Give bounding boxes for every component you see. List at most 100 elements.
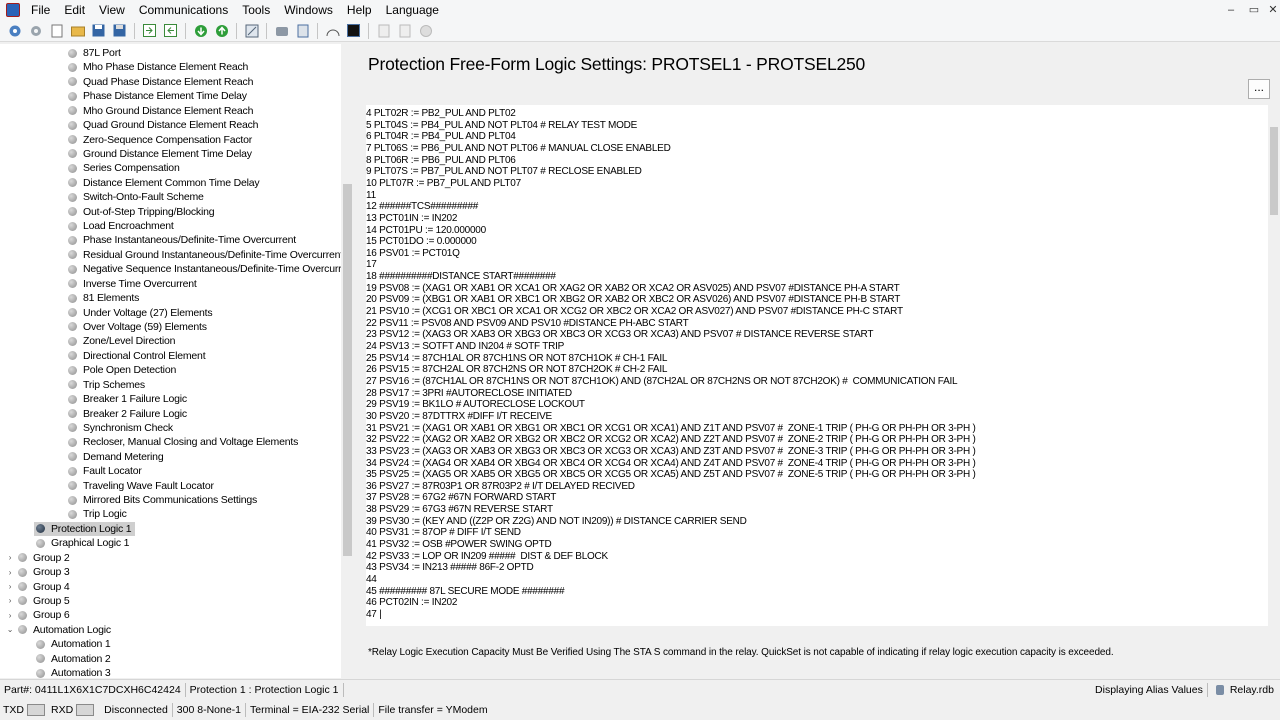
- tree-item[interactable]: Inverse Time Overcurrent: [68, 277, 197, 291]
- tree-item[interactable]: Switch-Onto-Fault Scheme: [68, 190, 204, 204]
- code-line[interactable]: 20 PSV09 := (XBG1 OR XAB1 OR XBC1 OR XBG…: [366, 294, 900, 306]
- code-line[interactable]: 44: [366, 574, 377, 586]
- code-line[interactable]: 10 PLT07R := PB7_PUL AND PLT07: [366, 178, 521, 190]
- tree-item[interactable]: Ground Distance Element Time Delay: [68, 147, 252, 161]
- tree-item[interactable]: Zero-Sequence Compensation Factor: [68, 133, 252, 147]
- editor-scrollbar-thumb[interactable]: [1270, 127, 1278, 215]
- tree-item[interactable]: Fault Locator: [68, 464, 142, 478]
- menu-language[interactable]: Language: [379, 0, 446, 20]
- tree-item[interactable]: Phase Instantaneous/Definite-Time Overcu…: [68, 233, 296, 247]
- tree-item-group[interactable]: › Group 4: [6, 580, 70, 594]
- menu-edit[interactable]: Edit: [57, 0, 92, 20]
- code-line[interactable]: 23 PSV12 := (XAG3 OR XAB3 OR XBG3 OR XBC…: [366, 329, 873, 341]
- code-line[interactable]: 31 PSV21 := (XAG1 OR XAB1 OR XBG1 OR XBC…: [366, 423, 976, 435]
- code-line[interactable]: 5 PLT04S := PB4_PUL AND NOT PLT04 # RELA…: [366, 120, 637, 132]
- tree-item[interactable]: Quad Phase Distance Element Reach: [68, 75, 253, 89]
- code-line[interactable]: 8 PLT06R := PB6_PUL AND PLT06: [366, 155, 516, 167]
- menu-help[interactable]: Help: [340, 0, 379, 20]
- code-line[interactable]: 27 PSV16 := (87CH1AL OR 87CH1NS OR NOT 8…: [366, 376, 958, 388]
- code-line[interactable]: 43 PSV34 := IN213 ##### 86F-2 OPTD: [366, 562, 534, 574]
- tree-item-protection-logic[interactable]: Protection Logic 1: [34, 521, 136, 536]
- editor-horizontal-scrollbar[interactable]: [366, 626, 1268, 636]
- editor-vertical-scrollbar[interactable]: [1268, 105, 1280, 626]
- send-icon[interactable]: [193, 23, 209, 39]
- expand-chevron-icon[interactable]: ›: [6, 553, 14, 562]
- code-line[interactable]: 41 PSV32 := OSB #POWER SWING OPTD: [366, 539, 552, 551]
- code-line[interactable]: 16 PSV01 := PCT01Q: [366, 248, 460, 260]
- help-icon[interactable]: [418, 23, 434, 39]
- code-line[interactable]: 42 PSV33 := LOP OR IN209 ##### DIST & DE…: [366, 551, 608, 563]
- code-line[interactable]: 11: [366, 190, 376, 202]
- tree-item[interactable]: Demand Metering: [68, 450, 164, 464]
- save-all-icon[interactable]: [112, 23, 128, 39]
- settings-icon[interactable]: [28, 23, 44, 39]
- code-line[interactable]: 38 PSV29 := 67G3 #67N REVERSE START: [366, 504, 553, 516]
- code-line[interactable]: 22 PSV11 := PSV08 AND PSV09 AND PSV10 #D…: [366, 318, 689, 330]
- code-line[interactable]: 25 PSV14 := 87CH1AL OR 87CH1NS OR NOT 87…: [366, 353, 667, 365]
- code-line[interactable]: 36 PSV27 := 87R03P1 OR 87R03P2 # I/T DEL…: [366, 481, 635, 493]
- code-line[interactable]: 7 PLT06S := PB6_PUL AND NOT PLT06 # MANU…: [366, 143, 671, 155]
- code-line[interactable]: 33 PSV23 := (XAG3 OR XAB3 OR XBG3 OR XBC…: [366, 446, 976, 458]
- menu-communications[interactable]: Communications: [132, 0, 235, 20]
- tree-item[interactable]: Mho Phase Distance Element Reach: [68, 60, 248, 74]
- tree-item[interactable]: 87L Port: [68, 46, 121, 60]
- more-options-button[interactable]: ...: [1248, 79, 1270, 99]
- code-line[interactable]: 14 PCT01PU := 120.000000: [366, 225, 486, 237]
- tree-item-automation[interactable]: Automation 3: [36, 666, 111, 678]
- tree-item-automation-logic[interactable]: ⌄ Automation Logic: [6, 623, 111, 637]
- tree-item[interactable]: Pole Open Detection: [68, 363, 176, 377]
- menu-file[interactable]: File: [24, 0, 57, 20]
- code-line[interactable]: 39 PSV30 := (KEY AND ((Z2P OR Z2G) AND N…: [366, 516, 747, 528]
- code-line[interactable]: 4 PLT02R := PB2_PUL AND PLT02: [366, 108, 516, 120]
- hmi-icon[interactable]: [274, 23, 290, 39]
- minimize-button[interactable]: –: [1220, 0, 1242, 20]
- tree-item[interactable]: Over Voltage (59) Elements: [68, 320, 207, 334]
- tree-item-graphical-logic[interactable]: Graphical Logic 1: [36, 536, 130, 550]
- code-line[interactable]: 45 ######### 87L SECURE MODE ########: [366, 586, 565, 598]
- logic-code-editor[interactable]: 4 PLT02R := PB2_PUL AND PLT02 5 PLT04S :=…: [366, 105, 1268, 626]
- tree-item[interactable]: Negative Sequence Instantaneous/Definite…: [68, 262, 353, 276]
- code-line[interactable]: 19 PSV08 := (XAG1 OR XAB1 OR XCA1 OR XAG…: [366, 283, 900, 295]
- tree-item[interactable]: Series Compensation: [68, 161, 180, 175]
- tree-item[interactable]: Breaker 1 Failure Logic: [68, 392, 187, 406]
- code-line[interactable]: 32 PSV22 := (XAG2 OR XAB2 OR XBG2 OR XBC…: [366, 434, 976, 446]
- code-line[interactable]: 15 PCT01DO := 0.000000: [366, 236, 477, 248]
- code-line[interactable]: 28 PSV17 := 3PRI #AUTORECLOSE INITIATED: [366, 388, 572, 400]
- menu-tools[interactable]: Tools: [235, 0, 277, 20]
- code-line[interactable]: 6 PLT04R := PB4_PUL AND PLT04: [366, 131, 516, 143]
- menu-windows[interactable]: Windows: [277, 0, 340, 20]
- close-button[interactable]: ✕: [1262, 0, 1280, 20]
- tree-item[interactable]: Mho Ground Distance Element Reach: [68, 104, 253, 118]
- tree-item[interactable]: Trip Schemes: [68, 378, 145, 392]
- tree-item[interactable]: Distance Element Common Time Delay: [68, 176, 260, 190]
- tree-item[interactable]: Out-of-Step Tripping/Blocking: [68, 205, 215, 219]
- tree-item-automation[interactable]: Automation 1: [36, 637, 111, 651]
- receive-icon[interactable]: [214, 23, 230, 39]
- export-icon[interactable]: [163, 23, 179, 39]
- tree-item[interactable]: Breaker 2 Failure Logic: [68, 407, 187, 421]
- open-folder-icon[interactable]: [70, 23, 86, 39]
- terminal-icon[interactable]: [346, 23, 362, 39]
- tree-item[interactable]: Recloser, Manual Closing and Voltage Ele…: [68, 435, 298, 449]
- expand-chevron-icon[interactable]: ›: [6, 611, 14, 620]
- code-line[interactable]: 13 PCT01IN := IN202: [366, 213, 457, 225]
- tree-item-group[interactable]: › Group 3: [6, 565, 70, 579]
- code-line[interactable]: 34 PSV24 := (XAG4 OR XAB4 OR XBG4 OR XBC…: [366, 458, 976, 470]
- doc-icon[interactable]: [376, 23, 392, 39]
- expand-chevron-icon[interactable]: ›: [6, 568, 14, 577]
- tree-item[interactable]: Load Encroachment: [68, 219, 174, 233]
- tree-item-automation[interactable]: Automation 2: [36, 652, 111, 666]
- code-line[interactable]: 37 PSV28 := 67G2 #67N FORWARD START: [366, 492, 556, 504]
- tree-item-group[interactable]: › Group 5: [6, 594, 70, 608]
- code-line[interactable]: 35 PSV25 := (XAG5 OR XAB5 OR XBG5 OR XBC…: [366, 469, 976, 481]
- code-line[interactable]: 47 |: [366, 609, 382, 621]
- code-line[interactable]: 18 ##########DISTANCE START########: [366, 271, 556, 283]
- code-line[interactable]: 30 PSV20 := 87DTTRX #DIFF I/T RECEIVE: [366, 411, 552, 423]
- compare-icon[interactable]: [244, 23, 260, 39]
- tree-scrollbar-thumb[interactable]: [343, 184, 352, 556]
- code-line[interactable]: 21 PSV10 := (XCG1 OR XBC1 OR XCA1 OR XCG…: [366, 306, 903, 318]
- menu-view[interactable]: View: [92, 0, 132, 20]
- tree-item[interactable]: Synchronism Check: [68, 421, 173, 435]
- code-line[interactable]: 9 PLT07S := PB7_PUL AND NOT PLT07 # RECL…: [366, 166, 642, 178]
- tree-item[interactable]: Mirrored Bits Communications Settings: [68, 493, 257, 507]
